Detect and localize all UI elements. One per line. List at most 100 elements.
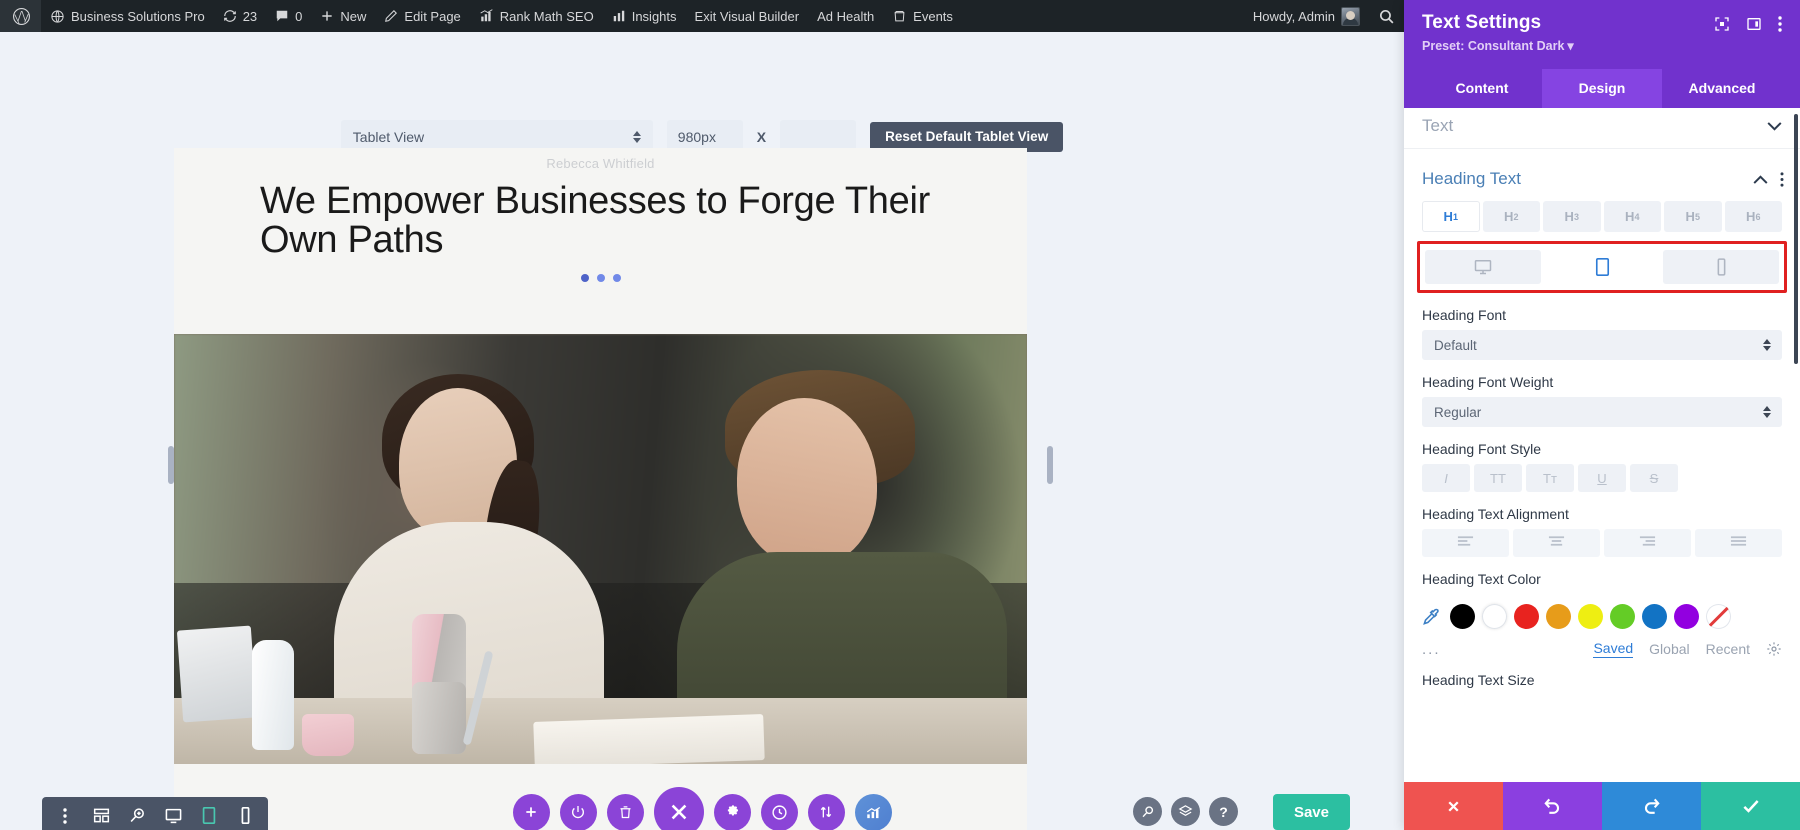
align-left-button[interactable] [1422, 529, 1509, 557]
preset-selector[interactable]: Preset: Consultant Dark▾ [1422, 38, 1574, 53]
events-label: Events [913, 9, 953, 24]
uppercase-button[interactable]: TT [1474, 464, 1522, 492]
save-settings-button[interactable] [1701, 782, 1800, 830]
travel-tumbler [412, 614, 466, 754]
tab-content[interactable]: Content [1422, 69, 1542, 108]
reset-default-view-button[interactable]: Reset Default Tablet View [870, 122, 1063, 152]
section-heading-text[interactable]: Heading Text [1404, 149, 1800, 201]
swatch-white[interactable] [1482, 604, 1507, 629]
slider-dot[interactable] [581, 274, 589, 282]
toolbar-zoom[interactable] [120, 797, 154, 830]
help-button[interactable]: ? [1209, 797, 1238, 826]
module-settings-panel: Text Settings Preset: Consultant Dark▾ [1404, 0, 1800, 830]
new-content-button[interactable]: New [311, 0, 375, 32]
search-icon [1378, 8, 1395, 25]
search-button[interactable] [1133, 797, 1162, 826]
insights-button[interactable]: Insights [603, 0, 686, 32]
section-text-collapsed[interactable]: Text [1404, 108, 1800, 149]
site-name-button[interactable]: Business Solutions Pro [41, 0, 214, 32]
heading-font-style-label: Heading Font Style [1422, 441, 1782, 457]
eyedropper-icon[interactable] [1422, 607, 1441, 626]
strikethrough-icon: S [1650, 471, 1659, 486]
hero-heading[interactable]: We Empower Businesses to Forge Their Own… [260, 182, 941, 260]
color-tab-saved[interactable]: Saved [1593, 640, 1633, 658]
resize-handle-right[interactable] [1047, 446, 1053, 484]
history-button[interactable] [761, 794, 798, 830]
swatch-blue[interactable] [1642, 604, 1667, 629]
toolbar-mobile-view[interactable] [228, 797, 262, 830]
tab-design[interactable]: Design [1542, 69, 1662, 108]
color-tab-recent[interactable]: Recent [1706, 641, 1750, 657]
edit-page-button[interactable]: Edit Page [375, 0, 469, 32]
stats-button[interactable] [855, 794, 892, 830]
search-button[interactable] [1369, 0, 1404, 32]
save-button[interactable]: Save [1273, 794, 1350, 830]
tab-advanced[interactable]: Advanced [1662, 69, 1782, 108]
toolbar-wireframe[interactable] [84, 797, 118, 830]
underline-button[interactable]: U [1578, 464, 1626, 492]
gear-icon[interactable] [1766, 641, 1782, 657]
wordpress-logo-button[interactable] [0, 0, 41, 32]
redo-button[interactable] [1602, 782, 1701, 830]
panel-footer [1404, 782, 1800, 830]
heading-level-h1[interactable]: H1 [1422, 201, 1480, 232]
toolbar-more[interactable] [48, 797, 82, 830]
align-center-button[interactable] [1513, 529, 1600, 557]
heading-level-h3[interactable]: H3 [1543, 201, 1601, 232]
move-module-button[interactable] [808, 794, 845, 830]
disable-module-button[interactable] [560, 794, 597, 830]
strikethrough-button[interactable]: S [1630, 464, 1678, 492]
ad-health-button[interactable]: Ad Health [808, 0, 883, 32]
add-module-button[interactable] [513, 794, 550, 830]
toolbar-tablet-view[interactable] [192, 797, 226, 830]
panel-scrollbar[interactable] [1794, 114, 1798, 364]
delete-module-button[interactable] [607, 794, 644, 830]
close-module-button[interactable] [654, 787, 704, 830]
color-more-button[interactable]: ... [1422, 641, 1441, 658]
swatch-purple[interactable] [1674, 604, 1699, 629]
swatch-black[interactable] [1450, 604, 1475, 629]
panel-layout-icon[interactable] [1746, 16, 1762, 32]
heading-level-h2[interactable]: H2 [1483, 201, 1541, 232]
layers-button[interactable] [1171, 797, 1200, 826]
exit-visual-builder-button[interactable]: Exit Visual Builder [686, 0, 809, 32]
panel-header-row: Text Settings Preset: Consultant Dark▾ [1422, 12, 1782, 55]
device-tab-tablet[interactable] [1544, 250, 1660, 284]
device-tab-desktop[interactable] [1425, 250, 1541, 284]
account-menu-button[interactable]: Howdy, Admin [1244, 0, 1369, 32]
italic-button[interactable]: I [1422, 464, 1470, 492]
heading-level-h5[interactable]: H5 [1664, 201, 1722, 232]
heading-font-weight-select[interactable]: Regular [1422, 397, 1782, 427]
align-right-button[interactable] [1604, 529, 1691, 557]
heading-level-h4[interactable]: H4 [1604, 201, 1662, 232]
heading-font-weight-value: Regular [1434, 405, 1481, 420]
slider-dots[interactable] [260, 274, 941, 282]
slider-dot[interactable] [597, 274, 605, 282]
updates-button[interactable]: 23 [214, 0, 266, 32]
swatch-yellow[interactable] [1578, 604, 1603, 629]
heading-font-select[interactable]: Default [1422, 330, 1782, 360]
swatch-none[interactable] [1706, 604, 1731, 629]
align-justify-button[interactable] [1695, 529, 1782, 557]
swatch-orange[interactable] [1546, 604, 1571, 629]
vertical-dots-icon[interactable] [1780, 172, 1784, 187]
rank-math-button[interactable]: Rank Math SEO [470, 0, 603, 32]
toolbar-desktop-view[interactable] [156, 797, 190, 830]
swatch-green[interactable] [1610, 604, 1635, 629]
undo-button[interactable] [1503, 782, 1602, 830]
slider-dot[interactable] [613, 274, 621, 282]
comments-count: 0 [295, 9, 302, 24]
resize-handle-left[interactable] [168, 446, 174, 484]
comments-button[interactable]: 0 [266, 0, 311, 32]
events-button[interactable]: Events [883, 0, 962, 32]
device-tab-mobile[interactable] [1663, 250, 1779, 284]
swatch-red[interactable] [1514, 604, 1539, 629]
color-tab-global[interactable]: Global [1649, 641, 1689, 657]
panel-more-icon[interactable] [1778, 16, 1782, 32]
heading-level-h6[interactable]: H6 [1725, 201, 1783, 232]
discard-button[interactable] [1404, 782, 1503, 830]
module-settings-button[interactable] [714, 794, 751, 830]
focus-icon[interactable] [1714, 16, 1730, 32]
chevron-up-icon[interactable] [1753, 175, 1768, 184]
smallcaps-button[interactable]: Tᴛ [1526, 464, 1574, 492]
